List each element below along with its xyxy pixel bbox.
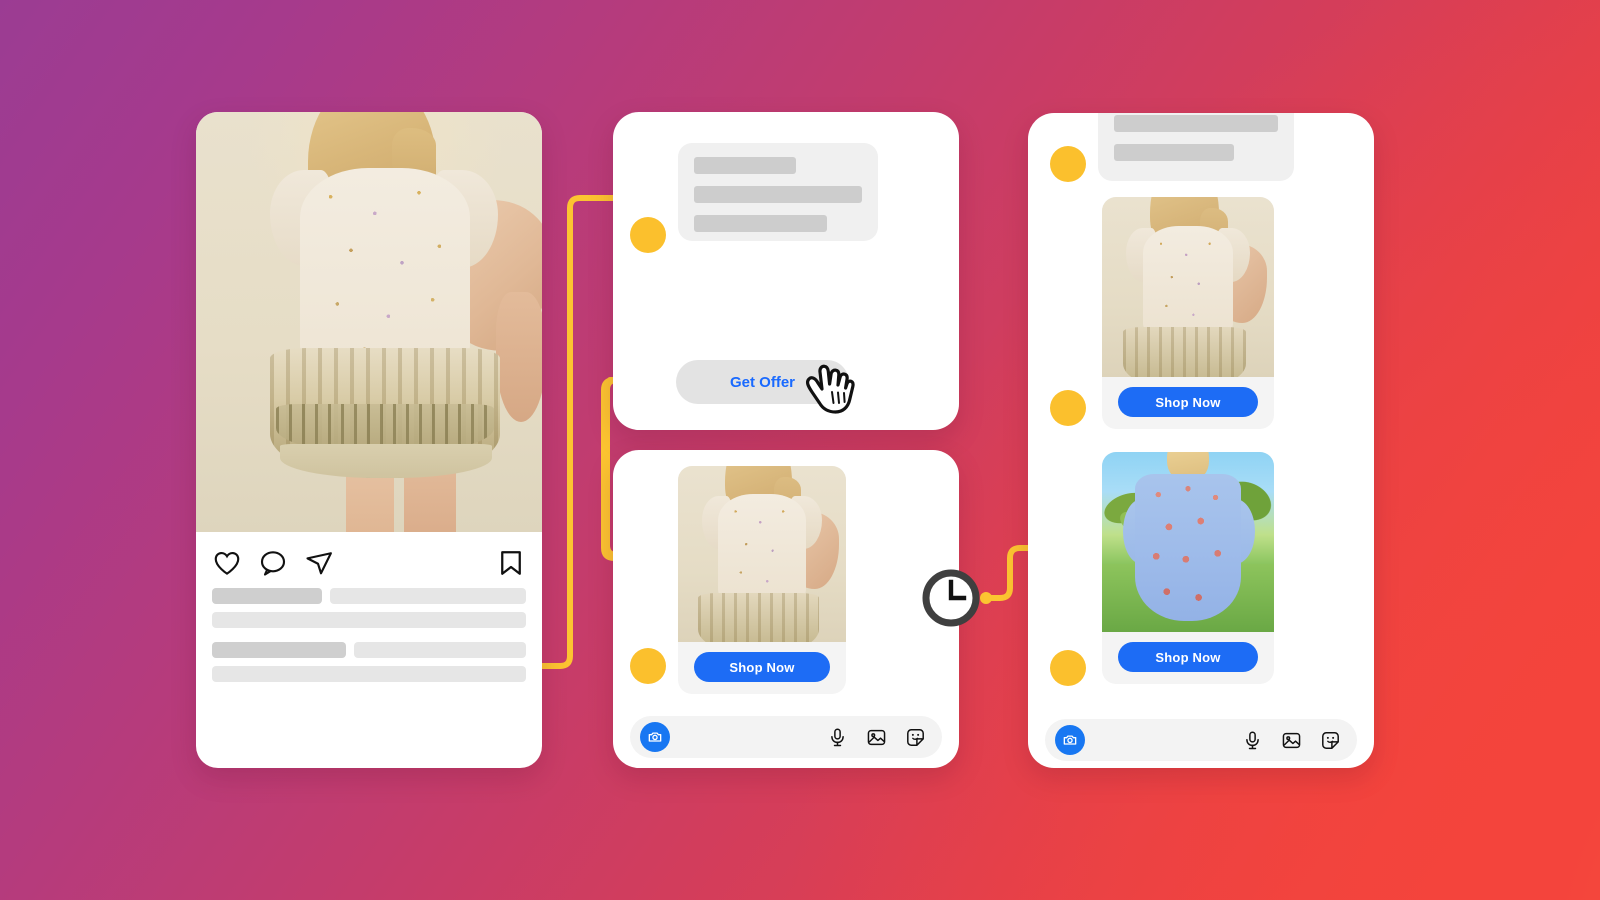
share-icon[interactable] [304,548,334,578]
hand-cursor-icon [798,356,856,418]
bookmark-icon[interactable] [496,548,526,578]
instagram-post-card [196,112,542,768]
step-marker-dot [630,648,666,684]
chat-card-product: Shop Now [613,450,959,768]
product-message-card: Shop Now [1102,452,1274,684]
post-caption-skeleton [212,588,526,690]
product-message-card: Shop Now [678,466,846,694]
product-image[interactable] [1102,197,1274,377]
shop-now-button[interactable]: Shop Now [694,652,830,682]
image-icon[interactable] [1281,730,1302,751]
step-marker-dot [1050,650,1086,686]
image-icon[interactable] [866,727,887,748]
message-input-bar[interactable] [630,716,942,758]
post-action-bar [196,532,542,594]
chat-card-followup: Shop Now Shop Now [1028,113,1374,768]
caption-row [212,612,526,628]
comment-icon[interactable] [258,548,288,578]
step-marker-dot [1050,146,1086,182]
step-marker-dot [630,217,666,253]
product-message-card: Shop Now [1102,197,1274,429]
microphone-icon[interactable] [1242,730,1263,751]
product-image[interactable] [1102,452,1274,632]
clock-icon [921,568,981,628]
shop-now-button[interactable]: Shop Now [1118,387,1258,417]
camera-icon[interactable] [1055,725,1085,755]
post-image[interactable] [196,112,542,532]
incoming-message-bubble [1098,113,1294,181]
camera-icon[interactable] [640,722,670,752]
microphone-icon[interactable] [827,727,848,748]
step-marker-dot [1050,390,1086,426]
like-icon[interactable] [212,548,242,578]
product-image[interactable] [678,466,846,642]
message-input-bar[interactable] [1045,719,1357,761]
chat-card-offer: Get Offer [613,112,959,430]
sticker-icon[interactable] [1320,730,1341,751]
shop-now-button[interactable]: Shop Now [1118,642,1258,672]
caption-row [212,588,526,604]
incoming-message-bubble [678,143,878,241]
comment-row [212,666,526,682]
sticker-icon[interactable] [905,727,926,748]
comment-row [212,642,526,658]
